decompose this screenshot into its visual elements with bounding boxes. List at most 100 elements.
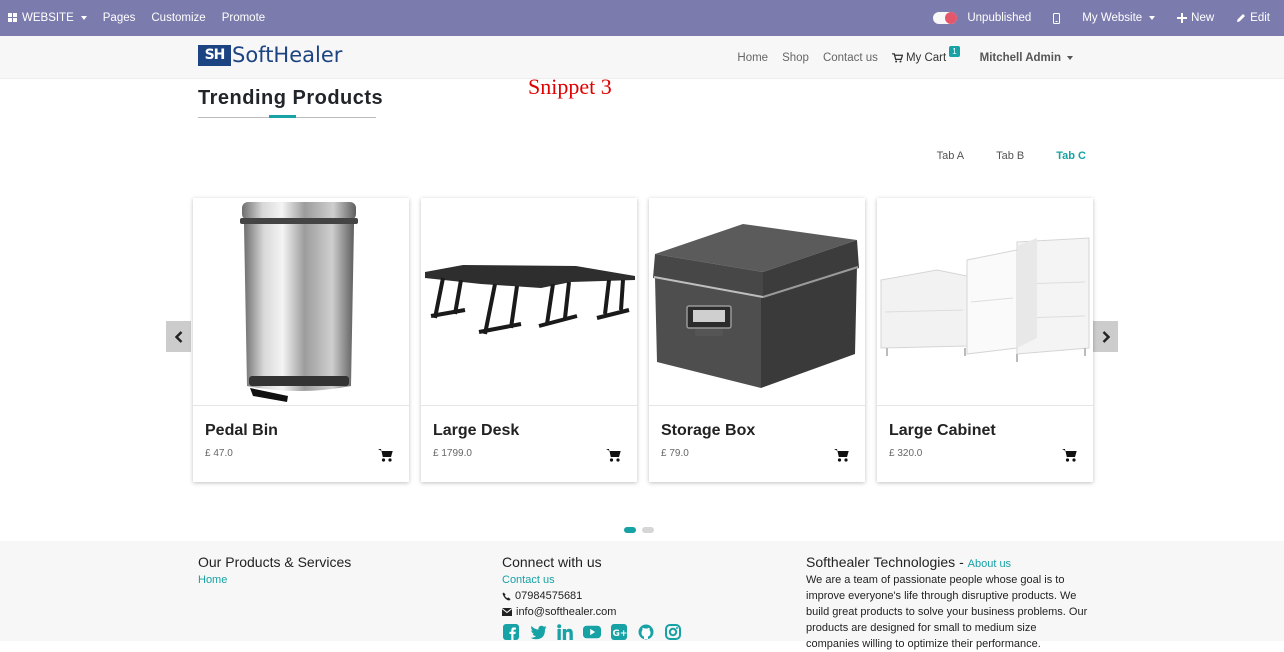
footer-connect-column: Connect with us Contact us 07984575681 i… xyxy=(502,554,682,641)
product-name[interactable]: Large Cabinet xyxy=(889,422,996,440)
customize-label: Customize xyxy=(151,12,206,24)
product-image[interactable] xyxy=(421,198,637,406)
footer-home-link[interactable]: Home xyxy=(198,572,351,588)
product-card[interactable]: Pedal Bin £ 47.0 xyxy=(193,198,409,482)
carousel-next-button[interactable] xyxy=(1093,321,1118,352)
tab-a[interactable]: Tab A xyxy=(921,150,981,162)
shopping-cart-icon xyxy=(891,52,903,62)
new-button[interactable]: New xyxy=(1163,0,1222,36)
logo-mark: SH xyxy=(198,44,231,66)
website-menu-label: WEBSITE xyxy=(22,12,74,24)
product-price: £ 320.0 xyxy=(889,448,923,459)
product-image[interactable] xyxy=(193,198,409,406)
google-plus-icon[interactable]: G+ xyxy=(610,623,628,641)
cart-label: My Cart xyxy=(905,51,947,64)
footer-products-column: Our Products & Services Home xyxy=(198,554,351,588)
title-accent-bar xyxy=(269,115,296,118)
footer-phone: 07984575681 xyxy=(502,588,682,604)
product-price: £ 1799.0 xyxy=(433,448,472,459)
user-name: Mitchell Admin xyxy=(979,51,1061,64)
product-price: £ 47.0 xyxy=(205,448,233,459)
chevron-down-icon xyxy=(80,16,87,20)
footer-company-heading: Softhealer Technologies - About us xyxy=(806,554,1012,570)
large-desk-image xyxy=(425,265,635,335)
add-to-cart-button[interactable] xyxy=(606,448,621,467)
storage-box-image xyxy=(653,224,859,388)
add-to-cart-button[interactable] xyxy=(834,448,849,467)
my-website-menu[interactable]: My Website xyxy=(1074,0,1163,36)
edit-label: Edit xyxy=(1250,12,1270,24)
unpublished-label: Unpublished xyxy=(967,12,1032,24)
email-address: info@softhealer.com xyxy=(516,606,617,618)
instagram-icon[interactable] xyxy=(664,623,682,641)
site-header: SH SoftHealer Home Shop Contact us My Ca… xyxy=(0,36,1284,79)
cart-count-badge: 1 xyxy=(949,46,960,57)
github-icon[interactable] xyxy=(637,623,655,641)
carousel-indicators xyxy=(624,527,654,533)
my-website-label: My Website xyxy=(1082,12,1143,24)
product-name[interactable]: Large Desk xyxy=(433,422,519,440)
footer: Our Products & Services Home Connect wit… xyxy=(0,541,1284,650)
toggle-switch[interactable] xyxy=(933,12,958,24)
product-card[interactable]: Large Cabinet £ 320.0 xyxy=(877,198,1093,482)
product-image[interactable] xyxy=(877,198,1093,406)
company-description: We are a team of passionate people whose… xyxy=(806,574,1088,650)
nav-shop[interactable]: Shop xyxy=(775,52,816,64)
chevron-left-icon xyxy=(174,330,182,343)
site-logo[interactable]: SH SoftHealer xyxy=(198,43,342,67)
social-links: G+ xyxy=(502,623,682,641)
publish-toggle[interactable]: Unpublished xyxy=(925,0,1039,36)
add-to-cart-button[interactable] xyxy=(378,448,393,467)
main-nav: Home Shop Contact us My Cart 1 Mitchell … xyxy=(730,36,1080,79)
add-to-cart-button[interactable] xyxy=(1062,448,1077,467)
footer-products-title: Our Products & Services xyxy=(198,554,352,570)
chevron-down-icon xyxy=(1149,16,1156,20)
mobile-preview-button[interactable] xyxy=(1039,0,1074,36)
new-label: New xyxy=(1191,12,1215,24)
linkedin-icon[interactable] xyxy=(556,623,574,641)
product-image[interactable] xyxy=(649,198,865,406)
carousel-dot-2[interactable] xyxy=(642,527,654,533)
product-card[interactable]: Large Desk £ 1799.0 xyxy=(421,198,637,482)
mobile-phone-icon xyxy=(1053,12,1061,24)
promote-menu[interactable]: Promote xyxy=(214,0,273,36)
facebook-icon[interactable] xyxy=(502,623,520,641)
user-menu[interactable]: Mitchell Admin xyxy=(973,52,1080,64)
website-menu[interactable]: WEBSITE xyxy=(0,0,95,36)
footer-connect-title: Connect with us xyxy=(502,554,602,570)
phone-icon xyxy=(502,591,511,601)
nav-my-cart[interactable]: My Cart 1 xyxy=(885,46,967,64)
footer-company-title: Softhealer Technologies xyxy=(806,554,956,570)
youtube-icon[interactable] xyxy=(583,623,601,641)
carousel-prev-button[interactable] xyxy=(166,321,191,352)
nav-contact[interactable]: Contact us xyxy=(816,52,885,64)
footer-contact-link[interactable]: Contact us xyxy=(502,572,682,588)
large-cabinet-image xyxy=(880,237,1090,362)
pedal-bin-image xyxy=(240,202,358,402)
footer-about-column: Softhealer Technologies - About us We ar… xyxy=(806,554,1091,652)
toggle-knob xyxy=(945,12,958,24)
tab-c[interactable]: Tab C xyxy=(1040,150,1102,162)
about-us-link[interactable]: About us xyxy=(968,558,1011,570)
product-price: £ 79.0 xyxy=(661,448,689,459)
pencil-icon xyxy=(1237,14,1246,22)
section-title: Trending Products xyxy=(198,87,384,109)
product-name[interactable]: Pedal Bin xyxy=(205,422,278,440)
snippet-label: Snippet 3 xyxy=(528,74,612,99)
promote-label: Promote xyxy=(221,12,266,24)
product-card[interactable]: Storage Box £ 79.0 xyxy=(649,198,865,482)
customize-menu[interactable]: Customize xyxy=(143,0,213,36)
twitter-icon[interactable] xyxy=(529,623,547,641)
shopping-cart-icon xyxy=(834,449,849,462)
product-name[interactable]: Storage Box xyxy=(661,422,755,440)
logo-text: SoftHealer xyxy=(232,43,343,67)
plus-icon xyxy=(1177,13,1188,23)
pages-menu[interactable]: Pages xyxy=(95,0,144,36)
admin-bar: WEBSITE Pages Customize Promote Unpublis… xyxy=(0,0,1284,36)
edit-button[interactable]: Edit xyxy=(1222,0,1278,36)
carousel-dot-1[interactable] xyxy=(624,527,636,533)
tab-b[interactable]: Tab B xyxy=(980,150,1040,162)
nav-home[interactable]: Home xyxy=(730,52,775,64)
svg-text:G+: G+ xyxy=(613,629,628,639)
apps-grid-icon xyxy=(8,13,17,22)
